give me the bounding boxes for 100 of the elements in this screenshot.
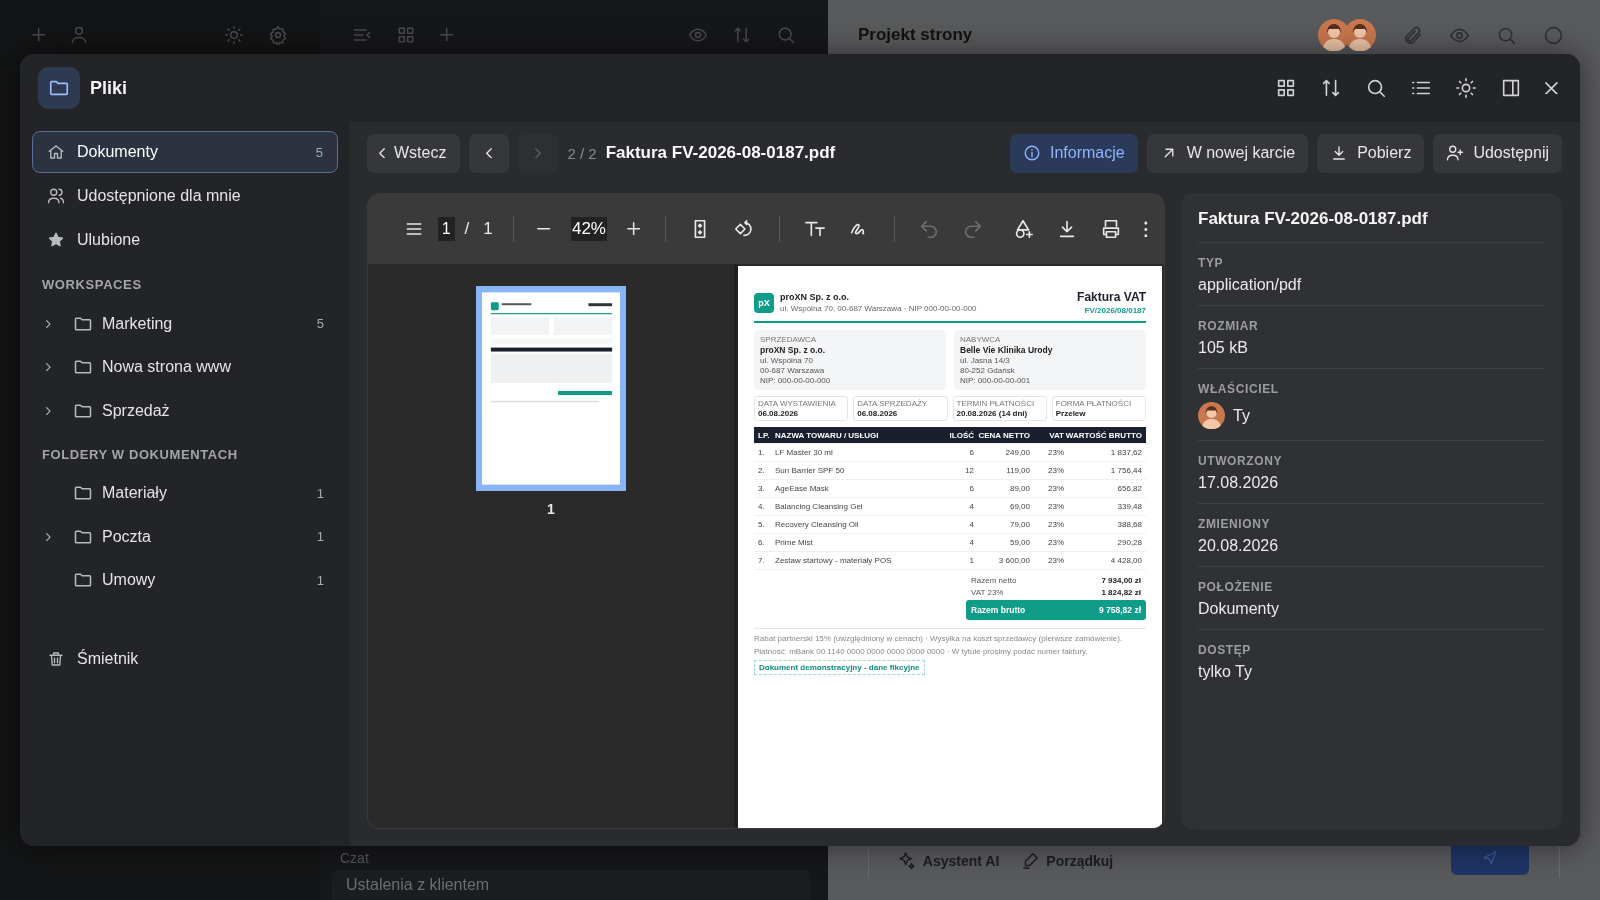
page-field[interactable]: 1 xyxy=(438,217,455,241)
table-cell-text: Balancing Cleansing Gel xyxy=(775,502,864,511)
action-button[interactable]: Pobierz xyxy=(1317,133,1425,173)
table-cell-text: 1 xyxy=(968,556,974,565)
plus-icon xyxy=(627,222,641,236)
company-name: proXN Sp. z o.o. xyxy=(780,292,850,302)
close-button[interactable] xyxy=(1545,81,1558,95)
date-value: Przelew xyxy=(1055,409,1087,418)
folder-item[interactable]: Nowa strona www xyxy=(32,345,338,389)
table-cell-text: 4 428,00 xyxy=(1109,556,1142,565)
sidebar-item[interactable]: Udostępnione dla mnie xyxy=(32,175,338,217)
folder-item[interactable]: Poczta 1 xyxy=(32,515,338,559)
table-cell-text: 23% xyxy=(1047,502,1064,511)
table-cell-text: 59,00 xyxy=(1008,538,1030,547)
page-separator: / xyxy=(463,219,471,239)
field-label: WŁAŚCICIEL xyxy=(1198,382,1280,396)
date-label: FORMA PŁATNOŚCI xyxy=(1055,399,1133,408)
avatar xyxy=(1344,19,1376,51)
table-cell-text: 3 600,00 xyxy=(997,556,1030,565)
field-value: Dokumenty xyxy=(1198,600,1280,618)
table-cell-text: 1 756,44 xyxy=(1109,466,1142,475)
invoice-number: FV/2026/08/0187 xyxy=(1084,306,1146,315)
sidebar-item[interactable]: Ulubione xyxy=(32,219,338,261)
field-label: TYP xyxy=(1198,256,1225,270)
people-icon xyxy=(47,187,65,205)
eye-icon xyxy=(688,25,708,45)
folder-item[interactable]: Umowy 1 xyxy=(32,558,338,602)
close-icon xyxy=(1545,81,1558,95)
section-label: Czat xyxy=(339,850,370,868)
sort-icon xyxy=(732,25,752,45)
folder-item[interactable]: Sprzedaż xyxy=(32,389,338,433)
field-value: 20.08.2026 xyxy=(1198,537,1280,555)
star-icon xyxy=(47,231,65,249)
table-cell-text: 23% xyxy=(1047,556,1064,565)
chevron-right-icon xyxy=(46,532,51,541)
circle-icon xyxy=(1543,24,1564,46)
minus-icon xyxy=(537,227,551,231)
column-header: VAT xyxy=(1048,430,1064,440)
sparkle-icon xyxy=(899,852,915,870)
chevron-right-icon xyxy=(535,147,542,159)
file-name: Faktura FV-2026-08-0187.pdf xyxy=(605,143,836,163)
action-button[interactable]: Informacje xyxy=(1009,133,1138,173)
total-label: VAT 23% xyxy=(971,588,1004,597)
column-header: ILOŚĆ xyxy=(948,430,974,440)
field-label: DOSTĘP xyxy=(1198,643,1252,657)
table-cell-text: Recovery Cleansing Oil xyxy=(775,520,860,529)
toolbar-button[interactable] xyxy=(1365,77,1388,99)
table-cell-text: 79,00 xyxy=(1008,520,1030,529)
total-label: Razem netto xyxy=(971,576,1017,585)
folder-item[interactable]: Marketing 5 xyxy=(32,302,338,346)
toolbar-button[interactable] xyxy=(1455,77,1478,99)
column-header: LP. xyxy=(758,430,771,440)
home-icon xyxy=(47,143,65,161)
search-icon xyxy=(1365,77,1388,99)
chevron-right-icon xyxy=(46,363,51,372)
date-label: DATA WYSTAWIENIA xyxy=(758,399,837,408)
back-button[interactable]: Wstecz xyxy=(367,133,461,173)
field-value: 105 kB xyxy=(1198,339,1249,357)
action-button[interactable]: Udostępnij xyxy=(1433,133,1562,173)
table-cell-text: LF Master 30 ml xyxy=(775,448,834,457)
table-cell-text: 1 837,62 xyxy=(1109,448,1142,457)
page-count: 1 xyxy=(482,219,494,239)
table-cell-text: 23% xyxy=(1047,466,1064,475)
zoom-field[interactable]: 42% xyxy=(570,217,608,241)
more-icon xyxy=(1144,220,1148,238)
company-address: ul. Wspólna 70, 00-687 Warszawa · NIP 000-00-00-000 xyxy=(780,304,977,313)
table-cell-text: 23% xyxy=(1047,520,1064,529)
table-cell-text: 6. xyxy=(758,538,766,547)
table-cell-text: 23% xyxy=(1047,538,1064,547)
table-cell-text: 23% xyxy=(1047,484,1064,493)
field-value: Ty xyxy=(1233,406,1250,425)
invoice-note: Rabat partnerski 15% (uwzględniony w cenach) · Wysyłka na koszt sprzedawcy (pierwsze zamówienie). xyxy=(754,634,1124,643)
info-title: Faktura FV-2026-08-0187.pdf xyxy=(1198,209,1545,243)
chevron-left-icon xyxy=(379,147,385,159)
table-cell-text: 119,00 xyxy=(1005,466,1030,475)
demo-stamp: Dokument demonstracyjny - dane fikcyjne xyxy=(754,660,925,675)
field-value: 17.08.2026 xyxy=(1198,474,1280,492)
paperclip-icon xyxy=(1402,24,1423,46)
table-cell-text: 4 xyxy=(968,502,974,511)
table-cell-text: 4 xyxy=(968,520,974,529)
address-line: NIP: 000-00-00-001 xyxy=(960,376,1032,385)
party-label: SPRZEDAWCA xyxy=(760,335,818,344)
folder-item[interactable]: Materiały 1 xyxy=(32,471,338,515)
table-cell-text: 339,48 xyxy=(1116,502,1142,511)
column-header: WARTOŚĆ BRUTTO xyxy=(1064,430,1142,440)
table-cell-text: Prime Mist xyxy=(775,538,814,547)
field-label: POŁOŻENIE xyxy=(1198,580,1274,594)
action-button[interactable]: W nowej karcie xyxy=(1146,133,1309,173)
page-number: 1 xyxy=(547,501,555,517)
trash-item[interactable]: Śmietnik xyxy=(32,638,338,680)
table-cell-text: 4 xyxy=(968,538,974,547)
sidebar-item[interactable]: Dokumenty 5 xyxy=(32,131,338,173)
column-header: CENA NETTO xyxy=(977,430,1030,440)
field-value: application/pdf xyxy=(1198,276,1303,294)
file-position: 2 / 2 xyxy=(567,144,597,162)
section-heading: FOLDERY W DOKUMENTACH xyxy=(41,445,239,464)
grand-total-label: Razem brutto xyxy=(971,605,1026,615)
info-icon xyxy=(1022,144,1041,162)
table-cell-text: 12 xyxy=(964,466,974,475)
chevron-right-icon xyxy=(46,319,51,328)
